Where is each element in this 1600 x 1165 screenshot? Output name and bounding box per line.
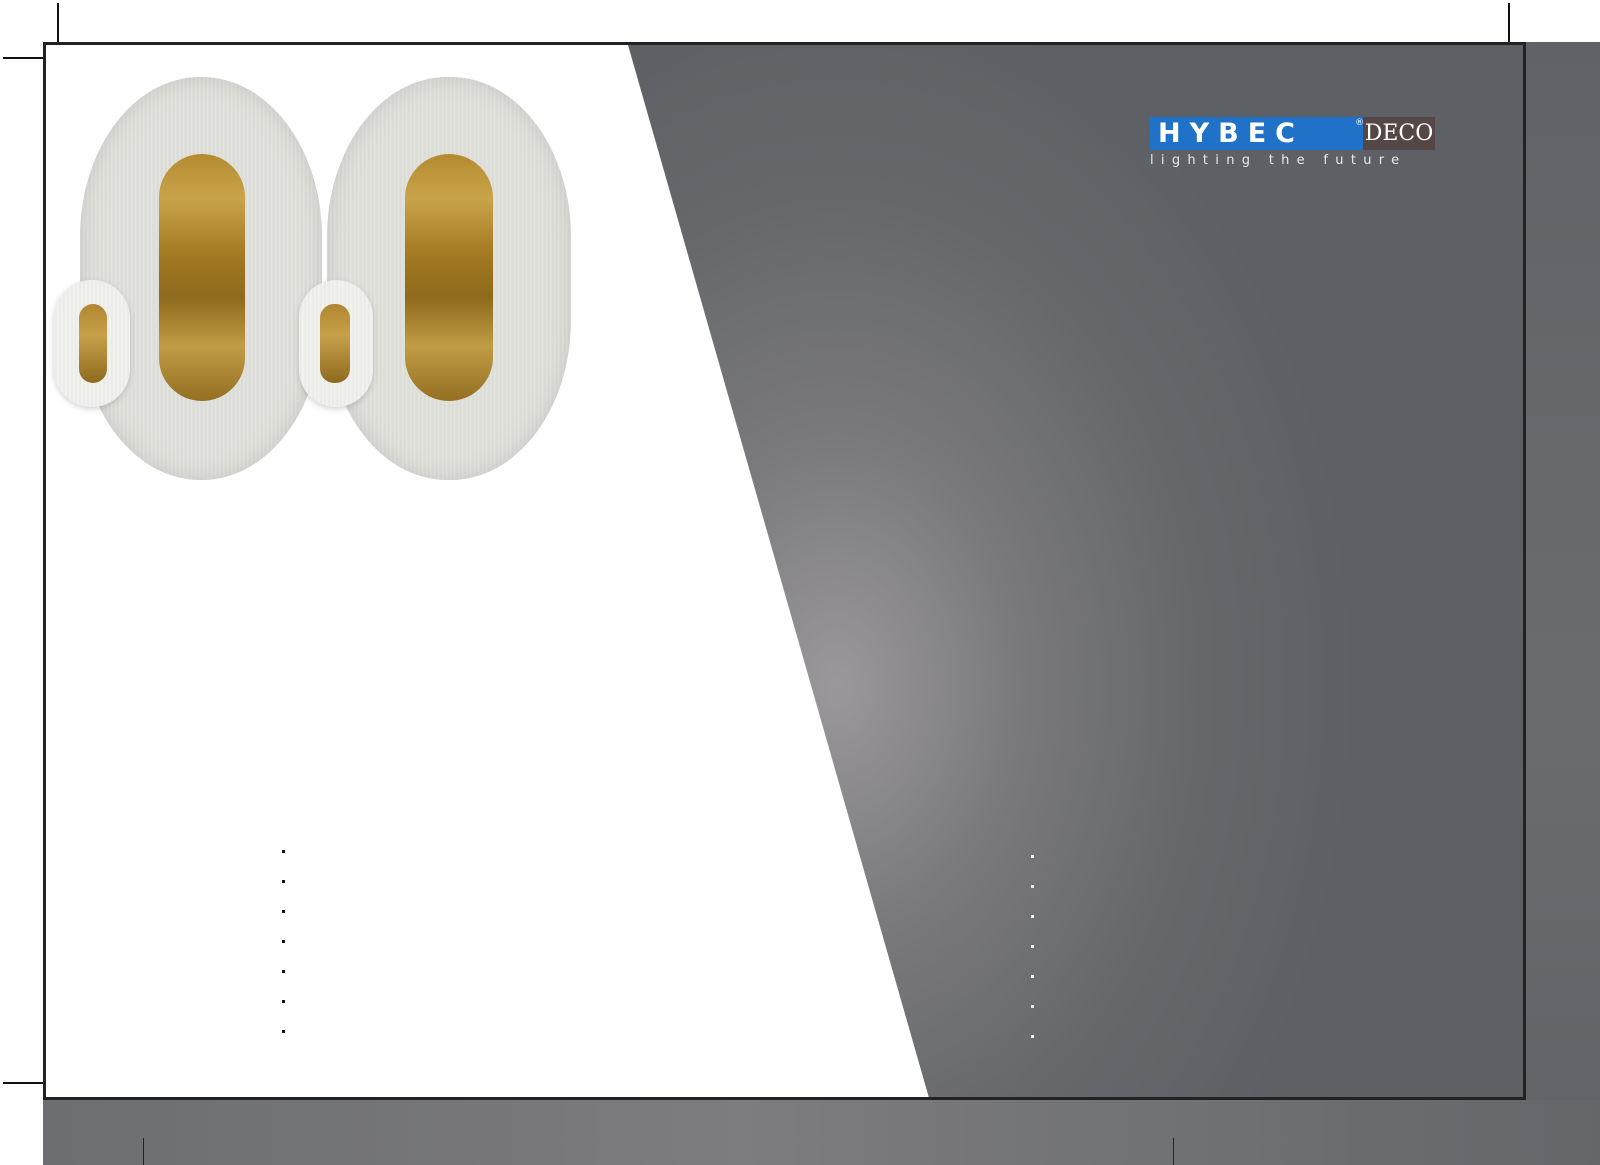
- cover-board: [43, 42, 1526, 1100]
- bullet-list-right: [1031, 855, 1037, 1065]
- bullet-dot: [282, 970, 285, 973]
- bullet-dot: [282, 1000, 285, 1003]
- bullet-dot: [1031, 1005, 1034, 1008]
- cut-mark: [1173, 1138, 1174, 1165]
- trim-mark-top-right: [1508, 3, 1510, 43]
- bullet-dot: [282, 940, 285, 943]
- bullet-dot: [1031, 975, 1034, 978]
- trim-mark-left-bottom: [3, 1082, 43, 1084]
- lamp-brass-bar: [405, 154, 493, 401]
- bullet-dot: [282, 1030, 285, 1033]
- bullet-dot: [1031, 1035, 1034, 1038]
- bullet-dot: [1031, 915, 1034, 918]
- bullet-list-left: [282, 850, 288, 1060]
- cut-mark: [143, 1138, 144, 1165]
- brand-suffix: DECO: [1363, 117, 1435, 150]
- brand-tagline: lighting the future: [1150, 153, 1407, 168]
- brand-name: HYBEC: [1150, 117, 1363, 150]
- wall-lamp-icon: [54, 77, 324, 482]
- brand-logo: HYBEC ® DECO lighting the future: [1150, 117, 1440, 177]
- bullet-dot: [282, 910, 285, 913]
- lamp-brass-bar: [159, 154, 245, 401]
- lamp-small-brass: [320, 304, 350, 383]
- wall-lamp-icon: [299, 77, 574, 482]
- trim-mark-top-left: [57, 3, 59, 43]
- bullet-dot: [282, 880, 285, 883]
- bleed-area-bottom: [43, 1100, 1600, 1165]
- bullet-dot: [1031, 855, 1034, 858]
- bullet-dot: [1031, 945, 1034, 948]
- trim-mark-left-top: [3, 57, 43, 59]
- lamp-small-brass: [79, 304, 107, 383]
- bullet-dot: [282, 850, 285, 853]
- bleed-area-right: [1526, 42, 1600, 1165]
- bullet-dot: [1031, 885, 1034, 888]
